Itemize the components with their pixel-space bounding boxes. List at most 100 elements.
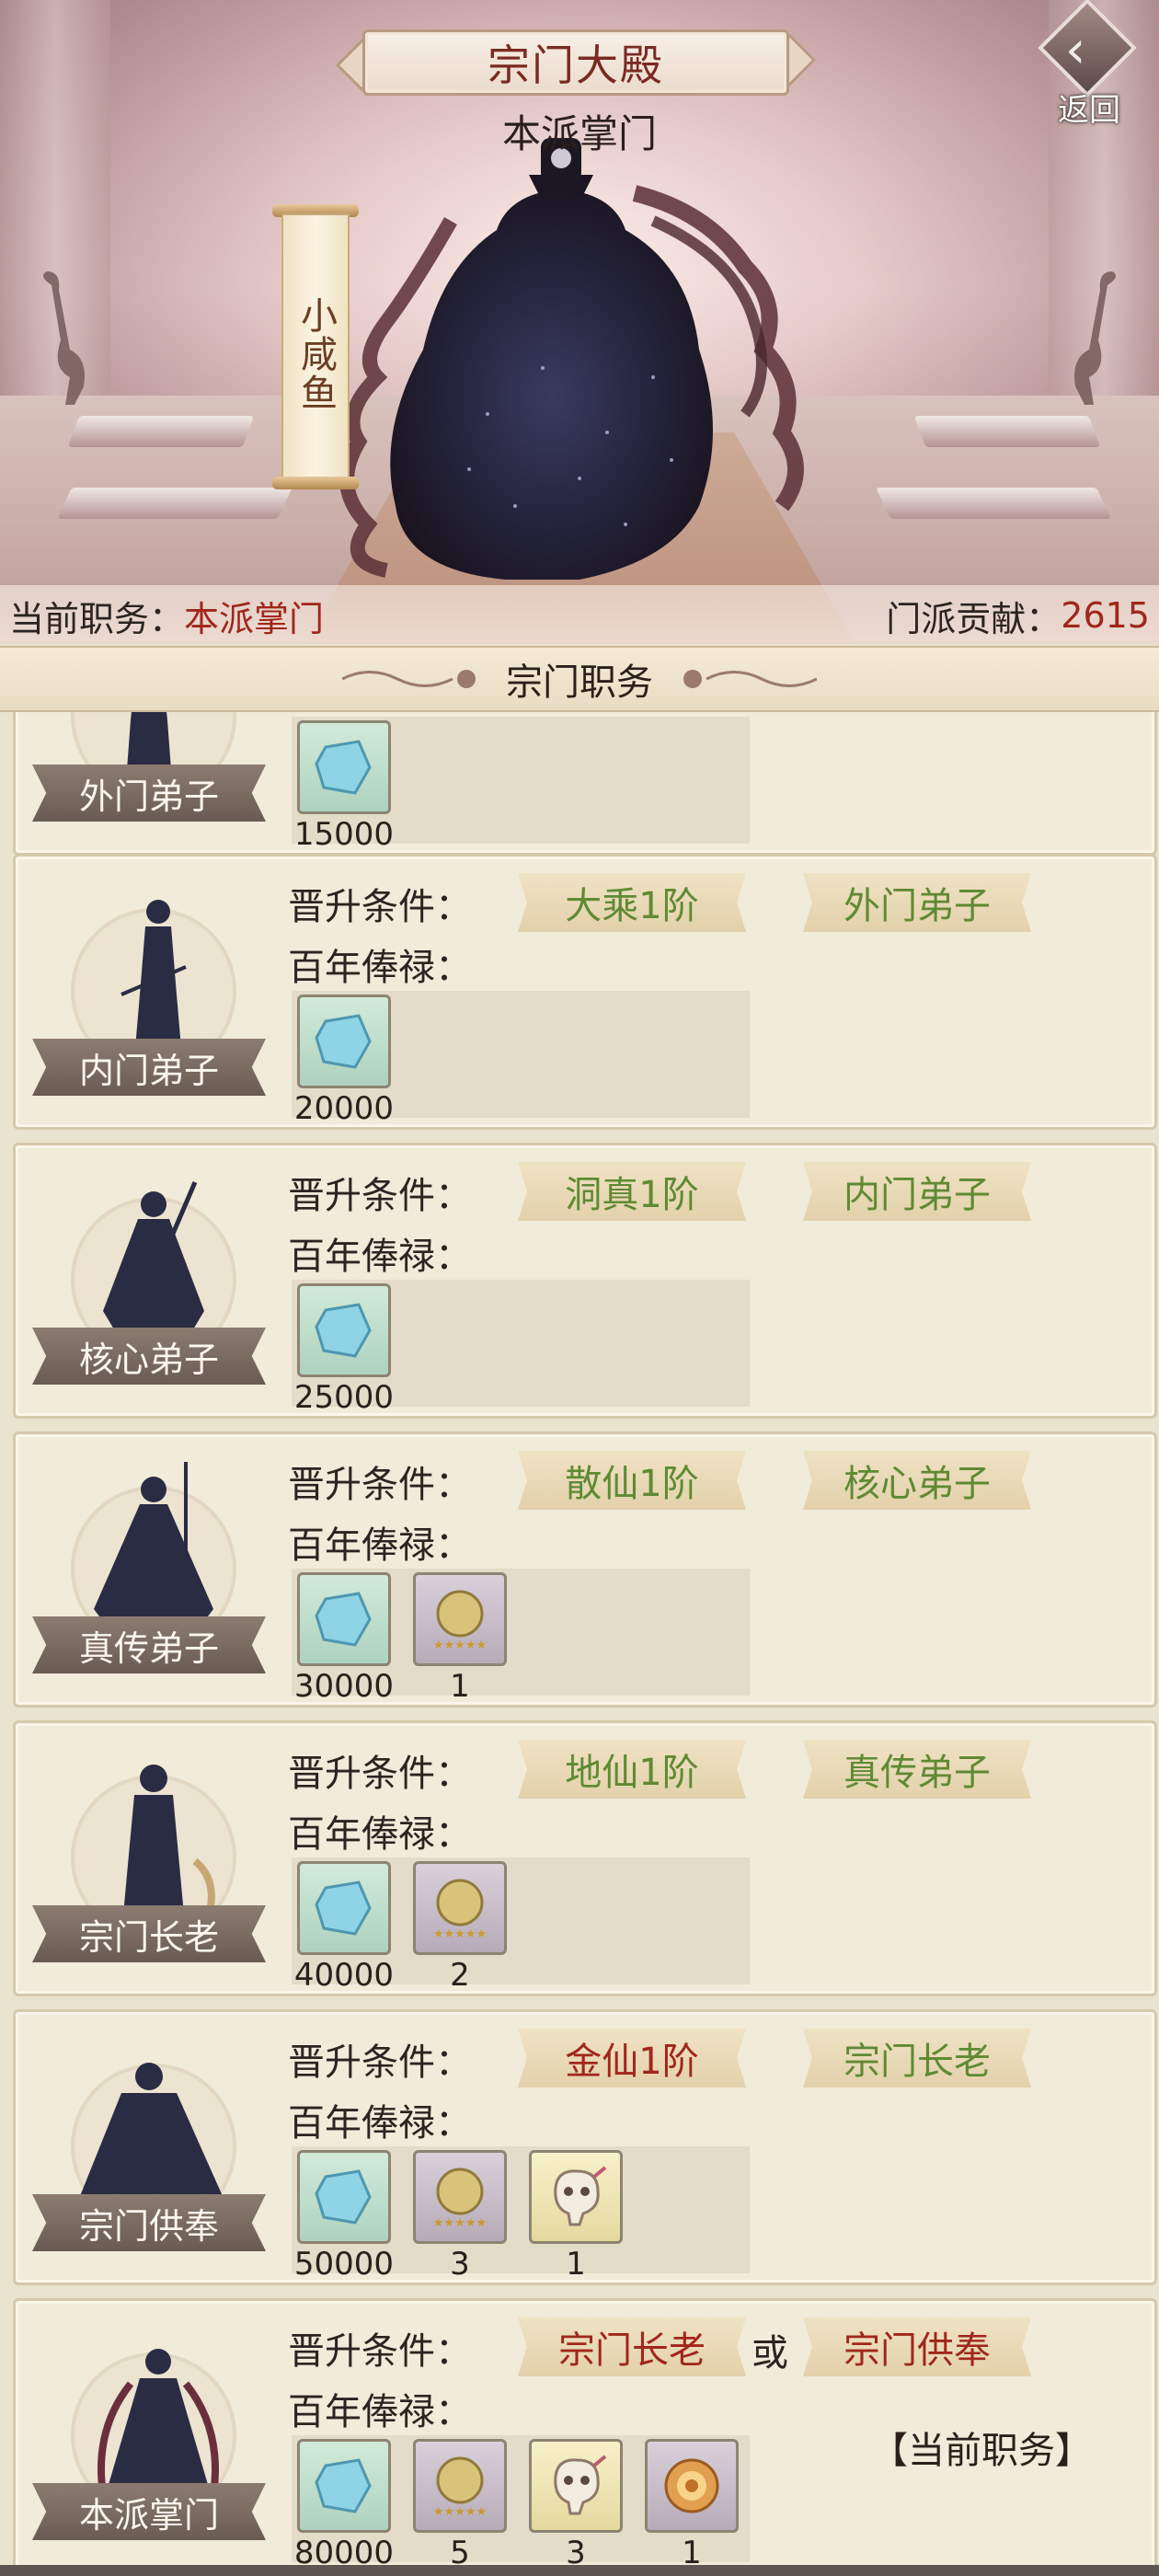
hall-scene: 宗门大殿 本派掌门 小咸鱼 ‹ 返回 当前职务： 本派掌门 门派贡献： 2615 [0,0,1159,644]
position-value: 本派掌门 [184,598,325,639]
rank-card-sect-master[interactable]: 本派掌门 晋升条件： 宗门长老 或 宗门供奉 百年俸禄： 80000 ★★★★★… [13,2298,1157,2565]
star-pill-icon: ★★★★★ [433,2168,487,2230]
condition-previous-rank: 内门弟子 [803,1162,1031,1221]
condition-realm: 金仙1阶 [518,2029,746,2087]
salary-label: 百年俸禄： [288,947,472,989]
reward-item[interactable]: 1 [525,2150,626,2284]
reward-item[interactable]: 25000 [293,1283,395,1418]
star-pill-icon: ★★★★★ [433,1879,487,1941]
reward-qty: 1 [566,2246,586,2283]
ornament-left-icon [342,670,476,688]
svg-text:★★★★★: ★★★★★ [433,1639,487,1652]
condition-label: 晋升条件： [288,886,472,928]
svg-text:★★★★★: ★★★★★ [433,2505,487,2519]
condition-realm: 散仙1阶 [518,1451,746,1510]
section-header: 宗门职务 [0,646,1159,712]
svg-text:★★★★★: ★★★★★ [433,2216,487,2230]
back-button-label: 返回 [1058,92,1120,129]
rank-card-sect-patron[interactable]: 宗门供奉 晋升条件： 金仙1阶 宗门长老 百年俸禄： 50000 ★★★★★ 3… [13,2009,1157,2285]
sect-master-silhouette [339,138,804,580]
crane-statue-left-icon [43,271,85,405]
contribution-label: 门派贡献： [886,598,1061,639]
rank-name: 宗门长老 [32,1905,266,1962]
rank-card-inner-disciple[interactable]: 内门弟子 晋升条件： 大乘1阶 外门弟子 百年俸禄： 20000 [13,854,1157,1130]
condition-realm: 地仙1阶 [518,1740,746,1799]
rank-name: 内门弟子 [32,1039,266,1096]
spirit-stone-icon [315,1014,372,1069]
reward-qty: 50000 [293,2246,395,2283]
svg-text:★★★★★: ★★★★★ [433,1927,487,1941]
reward-item[interactable]: ★★★★★ 1 [409,1572,511,1707]
spirit-stone-icon [315,2458,372,2513]
salary-label: 百年俸禄： [288,1524,472,1567]
reward-item[interactable]: 50000 [293,2150,395,2284]
condition-option-1: 宗门长老 [518,2317,746,2376]
master-name-scroll: 小咸鱼 [272,204,359,489]
reward-item[interactable]: 3 [525,2439,626,2565]
back-button[interactable]: ‹ 返回 [1028,0,1150,129]
condition-previous-rank: 宗门长老 [803,2029,1031,2087]
reward-item[interactable]: 20000 [293,995,395,1129]
star-pill-icon: ★★★★★ [433,2456,487,2519]
reward-qty: 25000 [293,1379,395,1416]
current-position-tag: 【当前职务】 [871,2430,1092,2472]
rank-list[interactable]: 外门弟子 15000 内门弟子 晋升条件： 大乘1阶 外门弟子 百年俸禄： 20… [0,712,1159,2565]
rank-name: 宗门供奉 [32,2194,266,2251]
reward-qty: 30000 [293,1668,395,1705]
reward-qty: 15000 [293,816,395,853]
reward-item[interactable]: 30000 [293,1572,395,1707]
reward-item[interactable]: ★★★★★ 3 [409,2150,511,2284]
condition-previous-rank: 核心弟子 [803,1451,1031,1510]
ornament-right-icon [683,670,817,688]
rank-name: 真传弟子 [32,1616,266,1673]
condition-previous-rank: 真传弟子 [803,1740,1031,1799]
bottom-edge [0,2565,1159,2576]
spirit-stone-icon [315,2169,372,2225]
reward-qty: 3 [450,2246,470,2283]
reward-item[interactable]: 80000 [293,2439,395,2565]
rank-card-core-disciple[interactable]: 核心弟子 晋升条件： 洞真1阶 内门弟子 百年俸禄： 25000 [13,1143,1157,1419]
condition-option-2: 宗门供奉 [803,2317,1031,2376]
rank-name: 外门弟子 [32,765,266,822]
spirit-stone-icon [315,740,372,795]
reward-item[interactable]: ★★★★★ 5 [409,2439,511,2565]
page-title: 宗门大殿 [488,40,664,90]
beast-skull-icon [554,2166,607,2226]
reward-qty: 5 [450,2535,470,2565]
crane-statue-right-icon [1074,271,1116,405]
salary-label: 百年俸禄： [288,1236,472,1278]
master-title-label: 本派掌门 [501,111,657,156]
condition-label: 晋升条件： [288,2041,472,2084]
back-arrow-icon: ‹ [1065,20,1086,80]
section-title: 宗门职务 [506,661,653,704]
hall-title-banner: 宗门大殿 [335,20,817,105]
reward-qty: 2 [450,1957,470,1994]
condition-realm: 洞真1阶 [518,1162,746,1221]
reward-item[interactable]: 15000 [293,720,395,855]
rank-card-outer-disciple[interactable]: 外门弟子 15000 [13,712,1157,856]
condition-realm: 大乘1阶 [518,873,746,932]
star-pill-icon: ★★★★★ [433,1590,487,1652]
rank-name: 核心弟子 [32,1328,266,1385]
reward-qty: 3 [566,2535,586,2565]
golden-orb-icon [664,2458,719,2513]
or-label: 或 [752,2332,788,2375]
reward-item[interactable]: ★★★★★ 2 [409,1861,511,1995]
salary-label: 百年俸禄： [288,1813,472,1856]
rank-card-sect-elder[interactable]: 宗门长老 晋升条件： 地仙1阶 真传弟子 百年俸禄： 40000 ★★★★★ 2 [13,1720,1157,1996]
reward-item[interactable]: 40000 [293,1861,395,1995]
position-label: 当前职务： [9,598,185,639]
reward-item[interactable]: 1 [641,2439,742,2565]
condition-label: 晋升条件： [288,2330,472,2373]
master-name: 小咸鱼 [294,296,337,412]
spirit-stone-icon [315,1303,372,1358]
spirit-stone-icon [315,1880,372,1936]
condition-label: 晋升条件： [288,1175,472,1217]
condition-label: 晋升条件： [288,1753,472,1795]
rank-name: 本派掌门 [32,2483,266,2540]
status-bar: 当前职务： 本派掌门 门派贡献： 2615 [0,585,1159,644]
rank-card-true-disciple[interactable]: 真传弟子 晋升条件： 散仙1阶 核心弟子 百年俸禄： 30000 ★★★★★ 1 [13,1432,1157,1708]
salary-label: 百年俸禄： [288,2102,472,2145]
condition-previous-rank: 外门弟子 [803,873,1031,932]
condition-label: 晋升条件： [288,1464,472,1506]
